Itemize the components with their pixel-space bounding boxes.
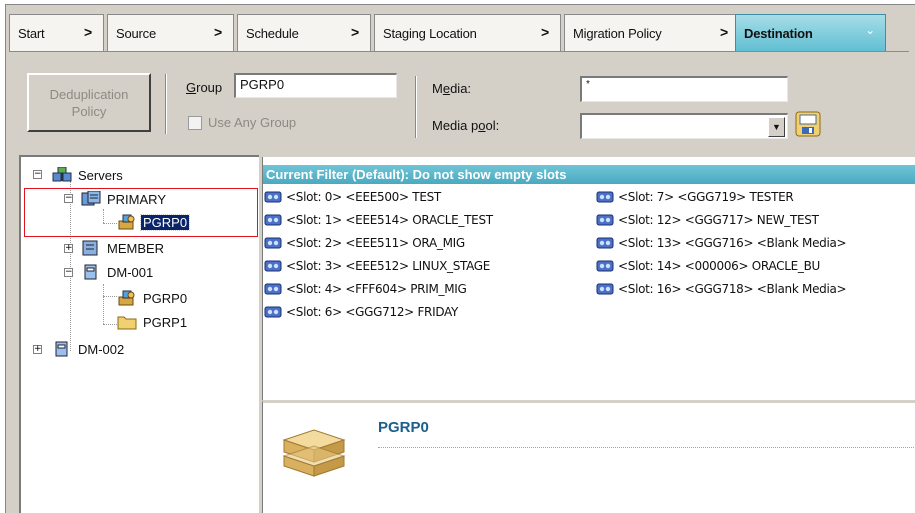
chevron-right-icon: > [541, 24, 549, 40]
tape-icon [264, 214, 282, 226]
tab-divider [9, 51, 909, 52]
tab-staging-location[interactable]: Staging Location > [374, 14, 561, 51]
tab-label: Destination [744, 25, 813, 41]
detail-panel: PGRP0 [262, 400, 915, 513]
divider [165, 74, 167, 134]
storage-group-icon [282, 429, 346, 477]
tab-label: Start [18, 25, 45, 41]
media-pool-browse-button[interactable] [794, 110, 822, 138]
group-field[interactable]: PGRP0 [234, 73, 397, 98]
tab-start[interactable]: Start > [9, 14, 104, 51]
slot-list-item[interactable]: <Slot: 7> <GGG719> TESTER [596, 188, 794, 206]
expand-icon[interactable]: + [33, 345, 42, 354]
tape-icon [264, 306, 282, 318]
tree-node-member[interactable]: MEMBER [81, 239, 166, 257]
deduplication-policy-button[interactable]: Deduplication Policy [27, 73, 151, 132]
tab-schedule[interactable]: Schedule > [237, 14, 371, 51]
annotation-highlight-box [24, 188, 258, 237]
use-any-group-checkbox[interactable] [188, 116, 202, 130]
tree-line [103, 284, 104, 324]
media-pool-select[interactable]: ▼ [580, 113, 788, 139]
wizard-tabs: Start > Source > Schedule > Staging Loca… [9, 14, 909, 51]
tape-icon [264, 191, 282, 203]
tab-label: Staging Location [383, 25, 477, 41]
tab-destination[interactable]: Destination ⌄ [735, 14, 886, 51]
tape-icon [264, 283, 282, 295]
slot-label: <Slot: 4> <FFF604> PRIM_MIG [286, 282, 467, 296]
collapse-icon[interactable]: − [33, 170, 42, 179]
tree-node-pgrp1-dm001[interactable]: PGRP1 [117, 313, 189, 331]
slot-list-item[interactable]: <Slot: 13> <GGG716> <Blank Media> [596, 234, 847, 252]
server-icon [55, 341, 68, 357]
tree-node-label: DM-001 [107, 264, 154, 280]
tab-label: Migration Policy [573, 25, 662, 41]
group-icon [118, 290, 135, 306]
tree-node-label: MEMBER [107, 240, 165, 256]
tree-node-pgrp0-dm001[interactable]: PGRP0 [117, 289, 189, 307]
tape-icon [596, 191, 614, 203]
divider [415, 76, 417, 138]
use-any-group-label: Use Any Group [208, 115, 297, 130]
chevron-right-icon: > [720, 24, 728, 40]
current-filter-bar: Current Filter (Default): Do not show em… [263, 165, 915, 184]
chevron-right-icon: > [351, 24, 359, 40]
slot-label: <Slot: 3> <EEE512> LINUX_STAGE [286, 259, 491, 273]
tape-icon [596, 283, 614, 295]
tree-node-label: Servers [78, 167, 123, 183]
tree-node-dm-001[interactable]: DM-001 [81, 263, 155, 281]
chevron-down-icon: ⌄ [865, 23, 875, 37]
media-label: Media: [432, 81, 472, 96]
group-label: Group [186, 80, 223, 95]
slot-list-item[interactable]: <Slot: 6> <GGG712> FRIDAY [264, 303, 458, 321]
tree-node-servers[interactable]: Servers [52, 166, 125, 184]
tree-line [103, 324, 117, 325]
folder-icon [117, 316, 137, 330]
tab-label: Schedule [246, 25, 299, 41]
slot-list-item[interactable]: <Slot: 0> <EEE500> TEST [264, 188, 441, 206]
slot-label: <Slot: 7> <GGG719> TESTER [618, 190, 794, 204]
slot-list-item[interactable]: <Slot: 1> <EEE514> ORACLE_TEST [264, 211, 493, 229]
tape-icon [596, 237, 614, 249]
slot-label: <Slot: 2> <EEE511> ORA_MIG [286, 236, 465, 250]
slot-label: <Slot: 13> <GGG716> <Blank Media> [618, 236, 847, 250]
slot-label: <Slot: 12> <GGG717> NEW_TEST [618, 213, 819, 227]
detail-title: PGRP0 [378, 419, 429, 436]
chevron-right-icon: > [214, 24, 222, 40]
slot-list-item[interactable]: <Slot: 16> <GGG718> <Blank Media> [596, 280, 847, 298]
tape-icon [596, 260, 614, 272]
tab-source[interactable]: Source > [107, 14, 234, 51]
media-field[interactable]: * [580, 76, 788, 102]
slot-list-item[interactable]: <Slot: 14> <000006> ORACLE_BU [596, 257, 820, 275]
tab-migration-policy[interactable]: Migration Policy > [564, 14, 740, 51]
slot-list-item[interactable]: <Slot: 12> <GGG717> NEW_TEST [596, 211, 819, 229]
slot-label: <Slot: 1> <EEE514> ORACLE_TEST [286, 213, 493, 227]
detail-divider [378, 447, 915, 448]
servers-icon [52, 167, 72, 182]
tree-line [103, 296, 117, 297]
tree-node-label: DM-002 [78, 341, 125, 357]
tape-icon [596, 214, 614, 226]
slot-label: <Slot: 6> <GGG712> FRIDAY [286, 305, 459, 319]
slot-list-item[interactable]: <Slot: 3> <EEE512> LINUX_STAGE [264, 257, 490, 275]
collapse-icon[interactable]: − [64, 268, 73, 277]
server-icon [84, 264, 97, 280]
dropdown-arrow-icon[interactable]: ▼ [768, 117, 785, 137]
tree-node-label: PGRP0 [143, 290, 188, 306]
tree-node-label: PGRP1 [143, 314, 188, 330]
slot-list-item[interactable]: <Slot: 4> <FFF604> PRIM_MIG [264, 280, 467, 298]
chevron-right-icon: > [84, 24, 92, 40]
save-icon [795, 111, 821, 137]
tape-icon [264, 237, 282, 249]
media-pool-label: Media pool: [432, 118, 500, 133]
slot-label: <Slot: 14> <000006> ORACLE_BU [618, 259, 821, 273]
tab-label: Source [116, 25, 156, 41]
slot-list-item[interactable]: <Slot: 2> <EEE511> ORA_MIG [264, 234, 465, 252]
slot-label: <Slot: 0> <EEE500> TEST [286, 190, 441, 204]
tape-icon [264, 260, 282, 272]
expand-icon[interactable]: + [64, 244, 73, 253]
server-icon [82, 240, 98, 256]
tree-node-dm-002[interactable]: DM-002 [52, 340, 126, 358]
slot-label: <Slot: 16> <GGG718> <Blank Media> [618, 282, 847, 296]
